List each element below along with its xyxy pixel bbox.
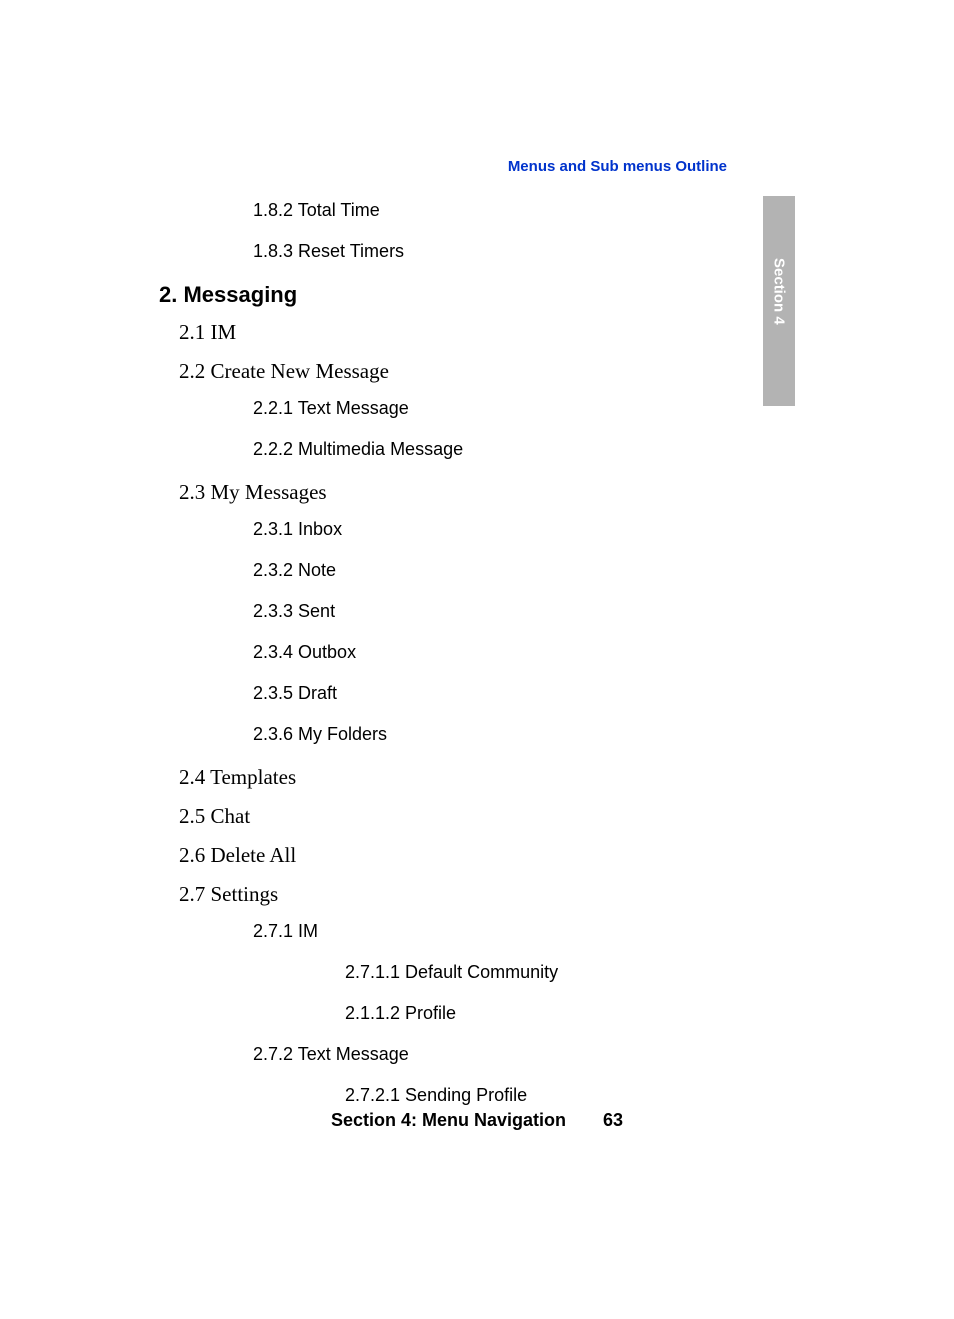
outline-item: 2.7.1 IM: [253, 921, 719, 942]
outline-item: 2.2 Create New Message: [179, 359, 719, 384]
outline-item: 2.3.1 Inbox: [253, 519, 719, 540]
outline-item: 2.3.2 Note: [253, 560, 719, 581]
outline-item: 2.2.1 Text Message: [253, 398, 719, 419]
outline-content: 1.8.2 Total Time 1.8.3 Reset Timers 2. M…: [159, 200, 719, 1126]
outline-item: 2.4 Templates: [179, 765, 719, 790]
outline-item: 2.1.1.2 Profile: [345, 1003, 719, 1024]
outline-item: 1.8.3 Reset Timers: [253, 241, 719, 262]
outline-item: 2.5 Chat: [179, 804, 719, 829]
outline-item: 2.1 IM: [179, 320, 719, 345]
outline-item: 2.7 Settings: [179, 882, 719, 907]
section-title: Messaging: [183, 282, 297, 307]
outline-section-heading: 2. Messaging: [159, 282, 719, 308]
page-footer: Section 4: Menu Navigation 63: [0, 1110, 954, 1131]
outline-item: 2.3 My Messages: [179, 480, 719, 505]
outline-item: 2.7.2 Text Message: [253, 1044, 719, 1065]
section-number: 2.: [159, 282, 177, 307]
outline-item: 2.7.2.1 Sending Profile: [345, 1085, 719, 1106]
section-tab: Section 4: [763, 196, 795, 406]
outline-item: 2.3.6 My Folders: [253, 724, 719, 745]
outline-item: 2.2.2 Multimedia Message: [253, 439, 719, 460]
outline-item: 2.3.3 Sent: [253, 601, 719, 622]
outline-item: 2.7.1.1 Default Community: [345, 962, 719, 983]
outline-item: 1.8.2 Total Time: [253, 200, 719, 221]
section-tab-label: Section 4: [771, 258, 788, 325]
outline-item: 2.6 Delete All: [179, 843, 719, 868]
outline-item: 2.3.5 Draft: [253, 683, 719, 704]
footer-section-label: Section 4: Menu Navigation: [331, 1110, 566, 1130]
breadcrumb[interactable]: Menus and Sub menus Outline: [508, 158, 727, 175]
outline-item: 2.3.4 Outbox: [253, 642, 719, 663]
page-number: 63: [603, 1110, 623, 1130]
